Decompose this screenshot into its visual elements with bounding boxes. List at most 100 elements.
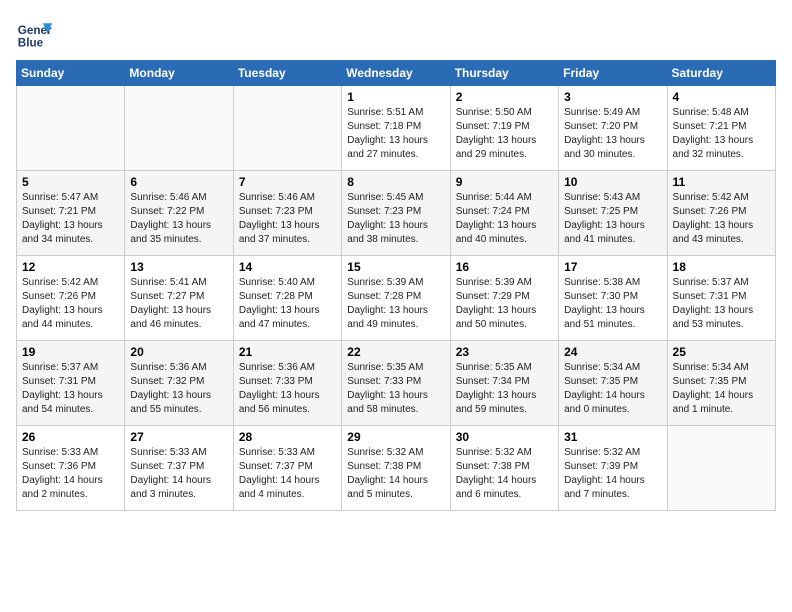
- weekday-header-tuesday: Tuesday: [233, 61, 341, 86]
- day-number: 20: [130, 345, 227, 359]
- calendar-cell: 14 Sunrise: 5:40 AM Sunset: 7:28 PM Dayli…: [233, 256, 341, 341]
- logo: General Blue: [16, 16, 56, 52]
- day-info: Sunrise: 5:38 AM Sunset: 7:30 PM Dayligh…: [564, 276, 661, 332]
- calendar-cell: 5 Sunrise: 5:47 AM Sunset: 7:21 PM Daylig…: [17, 171, 125, 256]
- day-info: Sunrise: 5:42 AM Sunset: 7:26 PM Dayligh…: [22, 276, 119, 332]
- calendar-table: SundayMondayTuesdayWednesdayThursdayFrid…: [16, 60, 776, 511]
- day-number: 19: [22, 345, 119, 359]
- calendar-cell: 20Sunrise: 5:36 AM Sunset: 7:32 PM Dayli…: [125, 341, 233, 426]
- day-info: Sunrise: 5:46 AM Sunset: 7:23 PM Dayligh…: [239, 191, 336, 247]
- day-number: 6: [130, 175, 227, 189]
- day-number: 23: [456, 345, 553, 359]
- day-number: 26: [22, 430, 119, 444]
- day-number: 12: [22, 260, 119, 274]
- day-info: Sunrise: 5:40 AM Sunset: 7:28 PM Dayligh…: [239, 276, 336, 332]
- calendar-header: SundayMondayTuesdayWednesdayThursdayFrid…: [17, 61, 776, 86]
- calendar-week-2: 5 Sunrise: 5:47 AM Sunset: 7:21 PM Daylig…: [17, 171, 776, 256]
- day-number: 16: [456, 260, 553, 274]
- day-number: 11: [673, 175, 770, 189]
- day-info: Sunrise: 5:34 AM Sunset: 7:35 PM Dayligh…: [673, 361, 770, 417]
- calendar-body: 1 Sunrise: 5:51 AM Sunset: 7:18 PM Daylig…: [17, 86, 776, 511]
- day-number: 1: [347, 90, 444, 104]
- calendar-cell: 22 Sunrise: 5:35 AM Sunset: 7:33 PM Dayli…: [342, 341, 450, 426]
- calendar-cell: [233, 86, 341, 171]
- weekday-header-friday: Friday: [559, 61, 667, 86]
- calendar-cell: [125, 86, 233, 171]
- calendar-cell: 19 Sunrise: 5:37 AM Sunset: 7:31 PM Dayli…: [17, 341, 125, 426]
- calendar-cell: 28Sunrise: 5:33 AM Sunset: 7:37 PM Dayli…: [233, 426, 341, 511]
- day-info: Sunrise: 5:45 AM Sunset: 7:23 PM Dayligh…: [347, 191, 444, 247]
- weekday-header-monday: Monday: [125, 61, 233, 86]
- calendar-cell: 1 Sunrise: 5:51 AM Sunset: 7:18 PM Daylig…: [342, 86, 450, 171]
- day-info: Sunrise: 5:48 AM Sunset: 7:21 PM Dayligh…: [673, 106, 770, 162]
- page-header: General Blue: [16, 16, 776, 52]
- day-info: Sunrise: 5:47 AM Sunset: 7:21 PM Dayligh…: [22, 191, 119, 247]
- calendar-week-4: 19 Sunrise: 5:37 AM Sunset: 7:31 PM Dayli…: [17, 341, 776, 426]
- weekday-header-thursday: Thursday: [450, 61, 558, 86]
- calendar-cell: 16 Sunrise: 5:39 AM Sunset: 7:29 PM Dayli…: [450, 256, 558, 341]
- weekday-row: SundayMondayTuesdayWednesdayThursdayFrid…: [17, 61, 776, 86]
- calendar-cell: 10Sunrise: 5:43 AM Sunset: 7:25 PM Dayli…: [559, 171, 667, 256]
- day-info: Sunrise: 5:32 AM Sunset: 7:39 PM Dayligh…: [564, 446, 661, 502]
- day-number: 31: [564, 430, 661, 444]
- svg-text:Blue: Blue: [18, 37, 44, 50]
- day-info: Sunrise: 5:37 AM Sunset: 7:31 PM Dayligh…: [22, 361, 119, 417]
- calendar-cell: 29 Sunrise: 5:32 AM Sunset: 7:38 PM Dayli…: [342, 426, 450, 511]
- weekday-header-sunday: Sunday: [17, 61, 125, 86]
- day-info: Sunrise: 5:50 AM Sunset: 7:19 PM Dayligh…: [456, 106, 553, 162]
- calendar-cell: 27 Sunrise: 5:33 AM Sunset: 7:37 PM Dayli…: [125, 426, 233, 511]
- calendar-cell: 15 Sunrise: 5:39 AM Sunset: 7:28 PM Dayli…: [342, 256, 450, 341]
- day-info: Sunrise: 5:32 AM Sunset: 7:38 PM Dayligh…: [347, 446, 444, 502]
- day-info: Sunrise: 5:39 AM Sunset: 7:29 PM Dayligh…: [456, 276, 553, 332]
- day-number: 17: [564, 260, 661, 274]
- weekday-header-wednesday: Wednesday: [342, 61, 450, 86]
- day-info: Sunrise: 5:42 AM Sunset: 7:26 PM Dayligh…: [673, 191, 770, 247]
- day-number: 2: [456, 90, 553, 104]
- calendar-week-3: 12 Sunrise: 5:42 AM Sunset: 7:26 PM Dayli…: [17, 256, 776, 341]
- logo-icon: General Blue: [16, 16, 52, 52]
- calendar-cell: 21Sunrise: 5:36 AM Sunset: 7:33 PM Dayli…: [233, 341, 341, 426]
- weekday-header-saturday: Saturday: [667, 61, 775, 86]
- day-number: 28: [239, 430, 336, 444]
- calendar-cell: 18Sunrise: 5:37 AM Sunset: 7:31 PM Dayli…: [667, 256, 775, 341]
- day-number: 5: [22, 175, 119, 189]
- day-info: Sunrise: 5:46 AM Sunset: 7:22 PM Dayligh…: [130, 191, 227, 247]
- day-info: Sunrise: 5:41 AM Sunset: 7:27 PM Dayligh…: [130, 276, 227, 332]
- calendar-cell: 23 Sunrise: 5:35 AM Sunset: 7:34 PM Dayli…: [450, 341, 558, 426]
- day-info: Sunrise: 5:43 AM Sunset: 7:25 PM Dayligh…: [564, 191, 661, 247]
- calendar-cell: 31 Sunrise: 5:32 AM Sunset: 7:39 PM Dayli…: [559, 426, 667, 511]
- day-number: 15: [347, 260, 444, 274]
- day-info: Sunrise: 5:49 AM Sunset: 7:20 PM Dayligh…: [564, 106, 661, 162]
- day-number: 24: [564, 345, 661, 359]
- day-number: 30: [456, 430, 553, 444]
- day-number: 9: [456, 175, 553, 189]
- calendar-cell: 2 Sunrise: 5:50 AM Sunset: 7:19 PM Daylig…: [450, 86, 558, 171]
- day-info: Sunrise: 5:32 AM Sunset: 7:38 PM Dayligh…: [456, 446, 553, 502]
- day-info: Sunrise: 5:33 AM Sunset: 7:37 PM Dayligh…: [130, 446, 227, 502]
- day-info: Sunrise: 5:33 AM Sunset: 7:36 PM Dayligh…: [22, 446, 119, 502]
- day-info: Sunrise: 5:35 AM Sunset: 7:34 PM Dayligh…: [456, 361, 553, 417]
- calendar-cell: 8 Sunrise: 5:45 AM Sunset: 7:23 PM Daylig…: [342, 171, 450, 256]
- calendar-week-1: 1 Sunrise: 5:51 AM Sunset: 7:18 PM Daylig…: [17, 86, 776, 171]
- day-number: 7: [239, 175, 336, 189]
- calendar-cell: 30 Sunrise: 5:32 AM Sunset: 7:38 PM Dayli…: [450, 426, 558, 511]
- day-number: 8: [347, 175, 444, 189]
- day-number: 4: [673, 90, 770, 104]
- calendar-cell: 6 Sunrise: 5:46 AM Sunset: 7:22 PM Daylig…: [125, 171, 233, 256]
- day-number: 14: [239, 260, 336, 274]
- day-info: Sunrise: 5:34 AM Sunset: 7:35 PM Dayligh…: [564, 361, 661, 417]
- calendar-cell: 11 Sunrise: 5:42 AM Sunset: 7:26 PM Dayli…: [667, 171, 775, 256]
- calendar-cell: 12 Sunrise: 5:42 AM Sunset: 7:26 PM Dayli…: [17, 256, 125, 341]
- day-number: 29: [347, 430, 444, 444]
- day-number: 27: [130, 430, 227, 444]
- day-info: Sunrise: 5:39 AM Sunset: 7:28 PM Dayligh…: [347, 276, 444, 332]
- calendar-cell: 17 Sunrise: 5:38 AM Sunset: 7:30 PM Dayli…: [559, 256, 667, 341]
- calendar-cell: 9Sunrise: 5:44 AM Sunset: 7:24 PM Daylig…: [450, 171, 558, 256]
- day-number: 25: [673, 345, 770, 359]
- day-number: 13: [130, 260, 227, 274]
- day-info: Sunrise: 5:51 AM Sunset: 7:18 PM Dayligh…: [347, 106, 444, 162]
- day-number: 21: [239, 345, 336, 359]
- day-info: Sunrise: 5:35 AM Sunset: 7:33 PM Dayligh…: [347, 361, 444, 417]
- day-number: 22: [347, 345, 444, 359]
- day-info: Sunrise: 5:37 AM Sunset: 7:31 PM Dayligh…: [673, 276, 770, 332]
